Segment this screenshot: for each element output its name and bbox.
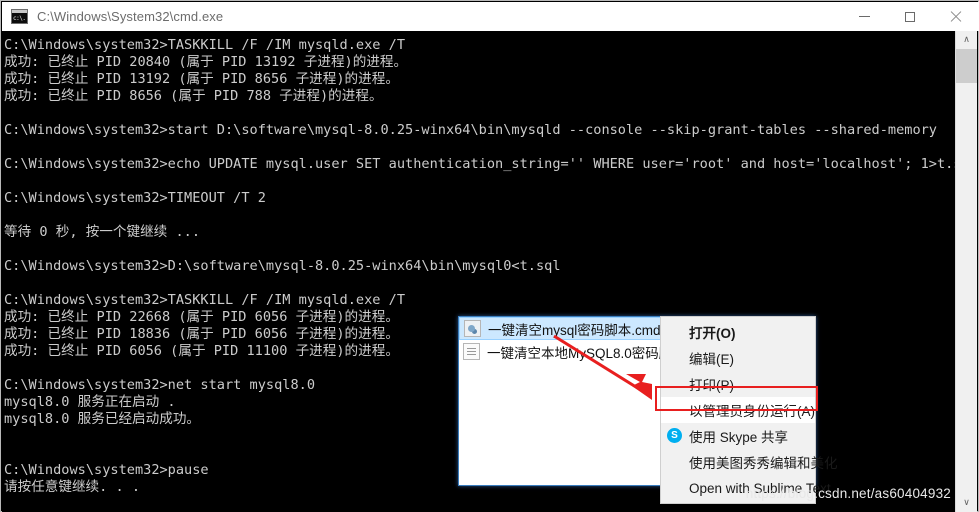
context-menu-item-label: 使用美图秀秀编辑和美化 xyxy=(689,456,838,471)
context-menu-item-label: 编辑(E) xyxy=(689,352,734,367)
console-line: C:\Windows\system32>start D:\software\my… xyxy=(4,122,937,138)
skype-icon: S xyxy=(666,427,684,445)
context-menu-item[interactable]: S 使用 Skype 共享 xyxy=(661,423,815,449)
console-line: 成功: 已终止 PID 13192 (属于 PID 8656 子进程)的进程。 xyxy=(4,71,399,87)
watermark-url: https://blog.csdn.net/as60404932 xyxy=(745,486,951,501)
context-menu-item-label: 打印(P) xyxy=(689,378,734,393)
maximize-icon xyxy=(905,11,915,22)
context-menu-item[interactable]: 编辑(E) xyxy=(661,345,815,371)
context-menu-item-label: 使用 Skype 共享 xyxy=(689,430,789,445)
menu-item-icon-placeholder xyxy=(666,349,684,367)
context-menu-list: 打开(O) 编辑(E) 打印(P) 以管理员身份运行(A) S 使用 Skype 共享使用… xyxy=(661,319,838,501)
file-name-label: 一键清空本地MySQL8.0密码脚 xyxy=(487,345,673,361)
uac-shield-icon xyxy=(666,401,684,419)
window-controls xyxy=(841,2,979,31)
console-line: 成功: 已终止 PID 8656 (属于 PID 788 子进程)的进程。 xyxy=(4,88,383,104)
console-line: C:\Windows\system32>TIMEOUT /T 2 xyxy=(4,190,266,206)
menu-item-icon-placeholder xyxy=(666,323,684,341)
cmd-icon-glyph: c:\. xyxy=(13,15,26,22)
minimize-icon xyxy=(858,16,870,17)
console-line: C:\Windows\system32>TASKKILL /F /IM mysq… xyxy=(4,292,406,308)
window-title: C:\Windows\System32\cmd.exe xyxy=(37,9,224,24)
console-line: C:\Windows\system32>TASKKILL /F /IM mysq… xyxy=(4,37,406,53)
context-menu-item[interactable]: 以管理员身份运行(A) xyxy=(661,397,815,423)
context-menu[interactable]: 打开(O) 编辑(E) 打印(P) 以管理员身份运行(A) S 使用 Skype 共享使用… xyxy=(660,316,838,504)
context-menu-item[interactable]: 使用美图秀秀编辑和美化 xyxy=(661,449,838,475)
close-button[interactable] xyxy=(933,2,979,31)
text-file-icon xyxy=(463,343,480,360)
close-icon xyxy=(950,11,962,23)
minimize-button[interactable] xyxy=(841,2,887,31)
console-line: C:\Windows\system32>D:\software\mysql-8.… xyxy=(4,258,561,274)
console-scrollbar[interactable]: ∧ ∨ xyxy=(955,31,977,512)
scroll-up-arrow-icon[interactable]: ∧ xyxy=(956,31,977,49)
console-line: 等待 0 秒, 按一个键继续 ... xyxy=(4,224,201,240)
context-menu-item-label: 打开(O) xyxy=(689,326,736,341)
screenshot-root: c:\. C:\Windows\System32\cmd.exe C:\Wind… xyxy=(0,0,979,512)
console-line: C:\Windows\system32>echo UPDATE mysql.us… xyxy=(4,156,956,172)
cmd-console-icon: c:\. xyxy=(11,9,28,24)
scrollbar-thumb[interactable] xyxy=(956,49,977,83)
context-menu-item-label: 以管理员身份运行(A) xyxy=(689,404,815,419)
file-name-label: 一键清空mysql密码脚本.cmd xyxy=(488,322,661,338)
context-menu-item[interactable]: 打印(P) xyxy=(661,371,815,397)
maximize-button[interactable] xyxy=(887,2,933,31)
context-menu-item[interactable]: 打开(O) xyxy=(661,319,815,345)
menu-item-icon-placeholder xyxy=(666,453,684,471)
console-line: 成功: 已终止 PID 20840 (属于 PID 13192 子进程)的进程。 xyxy=(4,54,408,70)
menu-item-icon-placeholder xyxy=(666,479,684,497)
title-bar[interactable]: c:\. C:\Windows\System32\cmd.exe xyxy=(2,2,979,31)
menu-item-icon-placeholder xyxy=(666,375,684,393)
scroll-down-arrow-icon[interactable]: ∨ xyxy=(956,494,977,512)
skype-glyph: S xyxy=(667,428,682,443)
cmd-script-icon xyxy=(464,320,481,337)
